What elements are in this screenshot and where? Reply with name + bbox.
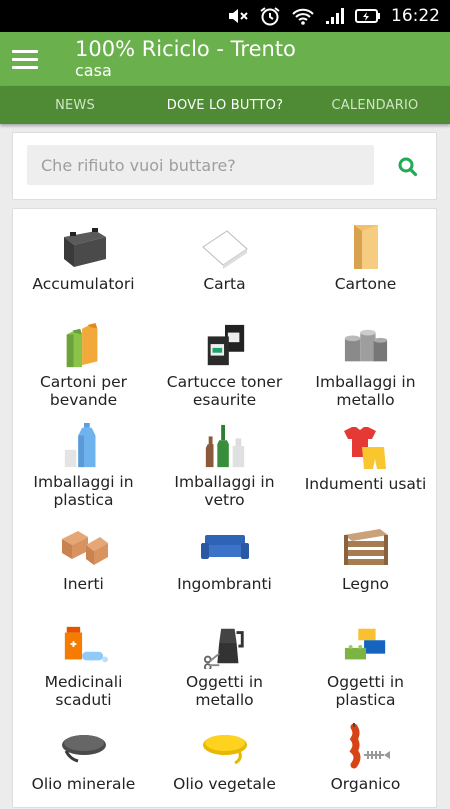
app-bar: 100% Riciclo - Trento casa <box>0 32 450 86</box>
drink-cartons-icon <box>66 323 97 368</box>
category-imballaggi-vetro[interactable]: Imballaggi in vetro <box>154 409 295 509</box>
category-cartone[interactable]: Cartone <box>295 209 436 309</box>
app-subtitle: casa <box>75 61 112 80</box>
category-label: Oggetti in plastica <box>327 673 404 709</box>
category-label: Cartone <box>334 275 397 293</box>
category-label: Medicinali scaduti <box>44 673 123 709</box>
search-input[interactable] <box>27 145 374 185</box>
category-label: Imballaggi in vetro <box>174 473 275 509</box>
category-label: Legno <box>341 575 390 593</box>
bricks-icon <box>61 531 108 565</box>
menu-icon[interactable] <box>0 32 50 86</box>
plastic-bottle-icon <box>64 423 95 468</box>
category-label: Ingombranti <box>177 575 272 593</box>
tab-dove-lo-butto[interactable]: DOVE LO BUTTO? <box>150 86 300 124</box>
category-label: Organico <box>330 775 401 793</box>
category-ingombranti[interactable]: Ingombranti <box>154 509 295 609</box>
category-olio-vegetale[interactable]: Olio vegetale <box>154 709 295 809</box>
battery-icon <box>63 228 106 267</box>
category-inerti[interactable]: Inerti <box>13 509 154 609</box>
category-indumenti-usati[interactable]: Indumenti usati <box>295 409 436 509</box>
search-card <box>12 132 437 200</box>
sofa-icon <box>200 535 249 559</box>
wifi-icon <box>291 6 315 26</box>
signal-icon <box>325 7 345 25</box>
metal-cans-icon <box>344 329 387 362</box>
paper-icon <box>201 230 248 269</box>
category-carta[interactable]: Carta <box>154 209 295 309</box>
category-label: Oggetti in metallo <box>186 673 263 709</box>
category-label: Cartoni per bevande <box>39 373 128 409</box>
category-label: Imballaggi in plastica <box>33 473 134 509</box>
category-oggetti-plastica[interactable]: Oggetti in plastica <box>295 609 436 709</box>
category-cartoni-per-bevande[interactable]: Cartoni per bevande <box>13 309 154 409</box>
toner-cartridge-icon <box>207 324 244 366</box>
medicine-icon <box>64 626 108 663</box>
category-organico[interactable]: Organico <box>295 709 436 809</box>
clock: 16:22 <box>391 6 440 26</box>
category-cartucce-toner[interactable]: Cartucce toner esaurite <box>154 309 295 409</box>
category-label: Olio minerale <box>31 775 136 793</box>
category-label: Indumenti usati <box>304 475 427 493</box>
category-label: Carta <box>203 275 246 293</box>
vegetable-oil-icon <box>202 735 247 765</box>
category-oggetti-metallo[interactable]: Oggetti in metallo <box>154 609 295 709</box>
mineral-oil-icon <box>61 735 106 763</box>
tab-news[interactable]: NEWS <box>0 86 150 124</box>
category-olio-minerale[interactable]: Olio minerale <box>13 709 154 809</box>
status-bar: 16:22 <box>0 0 450 32</box>
category-medicinali-scaduti[interactable]: Medicinali scaduti <box>13 609 154 709</box>
category-label: Olio vegetale <box>173 775 276 793</box>
category-imballaggi-metallo[interactable]: Imballaggi in metallo <box>295 309 436 409</box>
category-label: Cartucce toner esaurite <box>166 373 283 409</box>
tab-calendario[interactable]: CALENDARIO <box>300 86 450 124</box>
category-imballaggi-plastica[interactable]: Imballaggi in plastica <box>13 409 154 509</box>
tab-bar: NEWS DOVE LO BUTTO? CALENDARIO <box>0 86 450 124</box>
wooden-crate-icon <box>343 529 388 565</box>
category-legno[interactable]: Legno <box>295 509 436 609</box>
cardboard-icon <box>353 225 378 269</box>
moka-pot-icon <box>203 628 244 669</box>
category-label: Accumulatori <box>32 275 135 293</box>
category-label: Imballaggi in metallo <box>315 373 416 409</box>
battery-charging-icon <box>355 8 381 24</box>
glass-bottles-icon <box>205 424 244 468</box>
categories-grid: Accumulatori Carta Cartone Cartoni per b… <box>12 208 437 808</box>
clothes-icon <box>343 427 386 469</box>
mute-icon <box>227 7 249 25</box>
plastic-blocks-icon <box>344 628 385 660</box>
alarm-icon <box>259 6 281 26</box>
app-title: 100% Riciclo - Trento <box>75 37 296 61</box>
category-label: Inerti <box>63 575 104 593</box>
category-accumulatori[interactable]: Accumulatori <box>13 209 154 309</box>
organic-waste-icon <box>348 723 390 769</box>
search-icon[interactable] <box>396 155 420 179</box>
